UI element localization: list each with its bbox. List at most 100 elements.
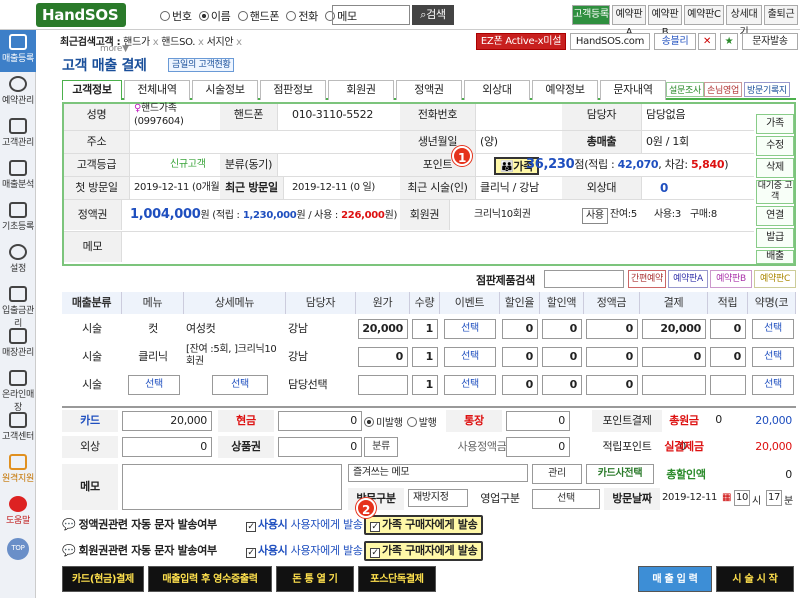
tab-prepaid[interactable]: 정액권 xyxy=(396,80,462,100)
ez-phone-button[interactable]: EZ폰 Active-x미설치 xyxy=(476,33,566,62)
visit-log-button[interactable]: 방문기록지 xyxy=(744,82,790,97)
membership-sms-option[interactable]: ✓ 사용시 사용자에게 발송 xyxy=(246,540,363,562)
credit-label[interactable]: 외상 xyxy=(62,436,118,458)
memo-textarea[interactable] xyxy=(122,464,342,510)
today-customers-button[interactable]: 금일의 고객현황 xyxy=(168,58,235,72)
row-staff[interactable]: 담당선택 xyxy=(288,374,354,396)
row-discount[interactable]: 0 xyxy=(542,347,582,367)
tab-all-history[interactable]: 전체내역 xyxy=(124,80,190,100)
product-booking-b-button[interactable]: 예약판B xyxy=(710,270,752,288)
row-point[interactable]: 0 xyxy=(710,347,746,367)
prepaid-use-amount[interactable]: 0 xyxy=(506,437,570,457)
row-event-button[interactable]: 선택 xyxy=(444,319,496,339)
sidebar-item-booking[interactable]: 예약관리 xyxy=(0,72,36,114)
sidebar-item-help[interactable]: 도움말 xyxy=(0,492,36,534)
family-side-button[interactable]: 가족 xyxy=(756,114,794,134)
sidebar-item-settings[interactable]: 설정 xyxy=(0,240,36,282)
open-cash-drawer-button[interactable]: 돈 통 열 기 xyxy=(276,566,354,592)
bank-amount[interactable]: 0 xyxy=(506,411,570,431)
radio-mobile[interactable]: 핸드폰 xyxy=(237,8,279,24)
card-amount[interactable]: 20,000 xyxy=(122,411,212,431)
tab-customer-info[interactable]: 고객정보 xyxy=(62,80,122,100)
search-button[interactable]: ⌕검색 xyxy=(412,5,454,25)
link-button[interactable]: 연결 xyxy=(756,206,794,226)
visit-type-select[interactable]: 재방지정 xyxy=(408,489,468,507)
tab-booking[interactable]: 예약정보 xyxy=(532,80,598,100)
row-qty[interactable]: 1 xyxy=(412,347,438,367)
guest-sales-button[interactable]: 손님영업 xyxy=(704,82,742,97)
row-price[interactable]: 0 xyxy=(358,347,408,367)
row-pay[interactable] xyxy=(642,375,706,395)
cash-label[interactable]: 현금 xyxy=(218,410,274,432)
row-menu-button[interactable]: 선택 xyxy=(128,375,180,395)
product-search-input[interactable] xyxy=(544,270,624,288)
sidebar-item-sales-register[interactable]: 매출등록 xyxy=(0,30,36,72)
waiting-customer-button[interactable]: 대기중 고객 xyxy=(756,180,794,204)
row-qty[interactable]: 1 xyxy=(412,375,438,395)
start-service-button[interactable]: 시 술 시 작 xyxy=(716,566,794,592)
row-event-button[interactable]: 선택 xyxy=(444,375,496,395)
search-input[interactable] xyxy=(332,5,410,25)
radio-name[interactable]: 이름 xyxy=(198,8,231,24)
card-select-button[interactable]: 카드사전택 xyxy=(586,464,654,484)
gift-amount[interactable]: 0 xyxy=(278,437,362,457)
product-booking-c-button[interactable]: 예약판C xyxy=(754,270,796,288)
sales-receipt-button[interactable]: 매출입력 후 영수증출력 xyxy=(148,566,272,592)
attendance-button[interactable]: 출퇴근 xyxy=(764,5,798,25)
gift-label[interactable]: 상품권 xyxy=(218,436,274,458)
row-discount[interactable]: 0 xyxy=(542,375,582,395)
row-prepaid[interactable]: 0 xyxy=(586,375,638,395)
radio-unissued[interactable]: 미발행 xyxy=(364,414,403,429)
sales-type-button[interactable]: 선택 xyxy=(532,489,600,509)
row-pay[interactable]: 20,000 xyxy=(642,319,706,339)
row-point[interactable]: 0 xyxy=(710,319,746,339)
radio-issued[interactable]: 발행 xyxy=(406,414,437,429)
pos-payment-button[interactable]: 포스단독결제 xyxy=(358,566,436,592)
radio-phone[interactable]: 전화 xyxy=(286,8,318,24)
row-course-button[interactable]: 선택 xyxy=(752,347,794,367)
minute-input[interactable]: 17 xyxy=(766,490,782,506)
visit-date[interactable]: 2019-12-11 xyxy=(662,492,717,503)
export-button[interactable]: 배출 xyxy=(756,250,794,264)
close-icon[interactable]: ✕ xyxy=(698,33,716,50)
row-course-button[interactable]: 선택 xyxy=(752,375,794,395)
row-detail[interactable]: 여성컷 xyxy=(186,318,284,340)
edit-button[interactable]: 수정 xyxy=(756,136,794,156)
row-price[interactable] xyxy=(358,375,408,395)
sidebar-item-store[interactable]: 매장관리 xyxy=(0,324,36,366)
handsos-link[interactable]: HandSOS.com xyxy=(570,33,650,50)
delete-button[interactable]: 삭제 xyxy=(756,158,794,178)
product-booking-a-button[interactable]: 예약판A xyxy=(668,270,708,288)
checkbox-icon[interactable]: ✓ xyxy=(246,548,256,558)
row-detail[interactable]: [잔여 :5회, ]크리닉10회권 xyxy=(186,344,284,370)
use-button[interactable]: 사용 xyxy=(582,208,608,224)
manager-value[interactable]: 담당없음 xyxy=(646,104,685,126)
calendar-icon[interactable]: ▦ xyxy=(722,492,731,503)
checkbox-icon[interactable]: ✓ xyxy=(246,522,256,532)
sidebar-item-support[interactable]: 고객센터 xyxy=(0,408,36,450)
point-pay-label[interactable]: 포인트결제 xyxy=(592,410,662,432)
quick-booking-button[interactable]: 간편예약 xyxy=(628,270,666,288)
tab-service-info[interactable]: 시술정보 xyxy=(192,80,258,100)
recent-customer-link[interactable]: 서지안 xyxy=(207,37,234,48)
booking-c-button[interactable]: 예약판C xyxy=(684,5,724,25)
sidebar-item-online-store[interactable]: 온라인매장 xyxy=(0,366,36,413)
sales-input-button[interactable]: 매 출 입 력 xyxy=(638,566,712,592)
row-staff[interactable]: 강남 xyxy=(288,318,354,340)
family-buyer-option[interactable]: ✓ 가족 구매자에게 발송 xyxy=(364,541,484,561)
credit-amount[interactable]: 0 xyxy=(122,437,212,457)
row-event-button[interactable]: 선택 xyxy=(444,347,496,367)
bank-label[interactable]: 통장 xyxy=(446,410,502,432)
cash-amount[interactable]: 0 xyxy=(278,411,362,431)
tab-product-info[interactable]: 점판정보 xyxy=(260,80,326,100)
more-link[interactable]: more▼ xyxy=(100,44,129,54)
row-price[interactable]: 20,000 xyxy=(358,319,408,339)
star-icon[interactable]: ★ xyxy=(720,33,738,50)
booking-b-button[interactable]: 예약판B xyxy=(648,5,682,38)
detail-wait-button[interactable]: 상세대기 xyxy=(726,5,762,38)
row-menu[interactable]: 컷 xyxy=(124,318,182,340)
row-discount[interactable]: 0 xyxy=(542,319,582,339)
sidebar-item-top[interactable]: TOP xyxy=(0,536,36,566)
radio-number[interactable]: 번호 xyxy=(160,8,192,24)
row-rate[interactable]: 0 xyxy=(502,375,538,395)
